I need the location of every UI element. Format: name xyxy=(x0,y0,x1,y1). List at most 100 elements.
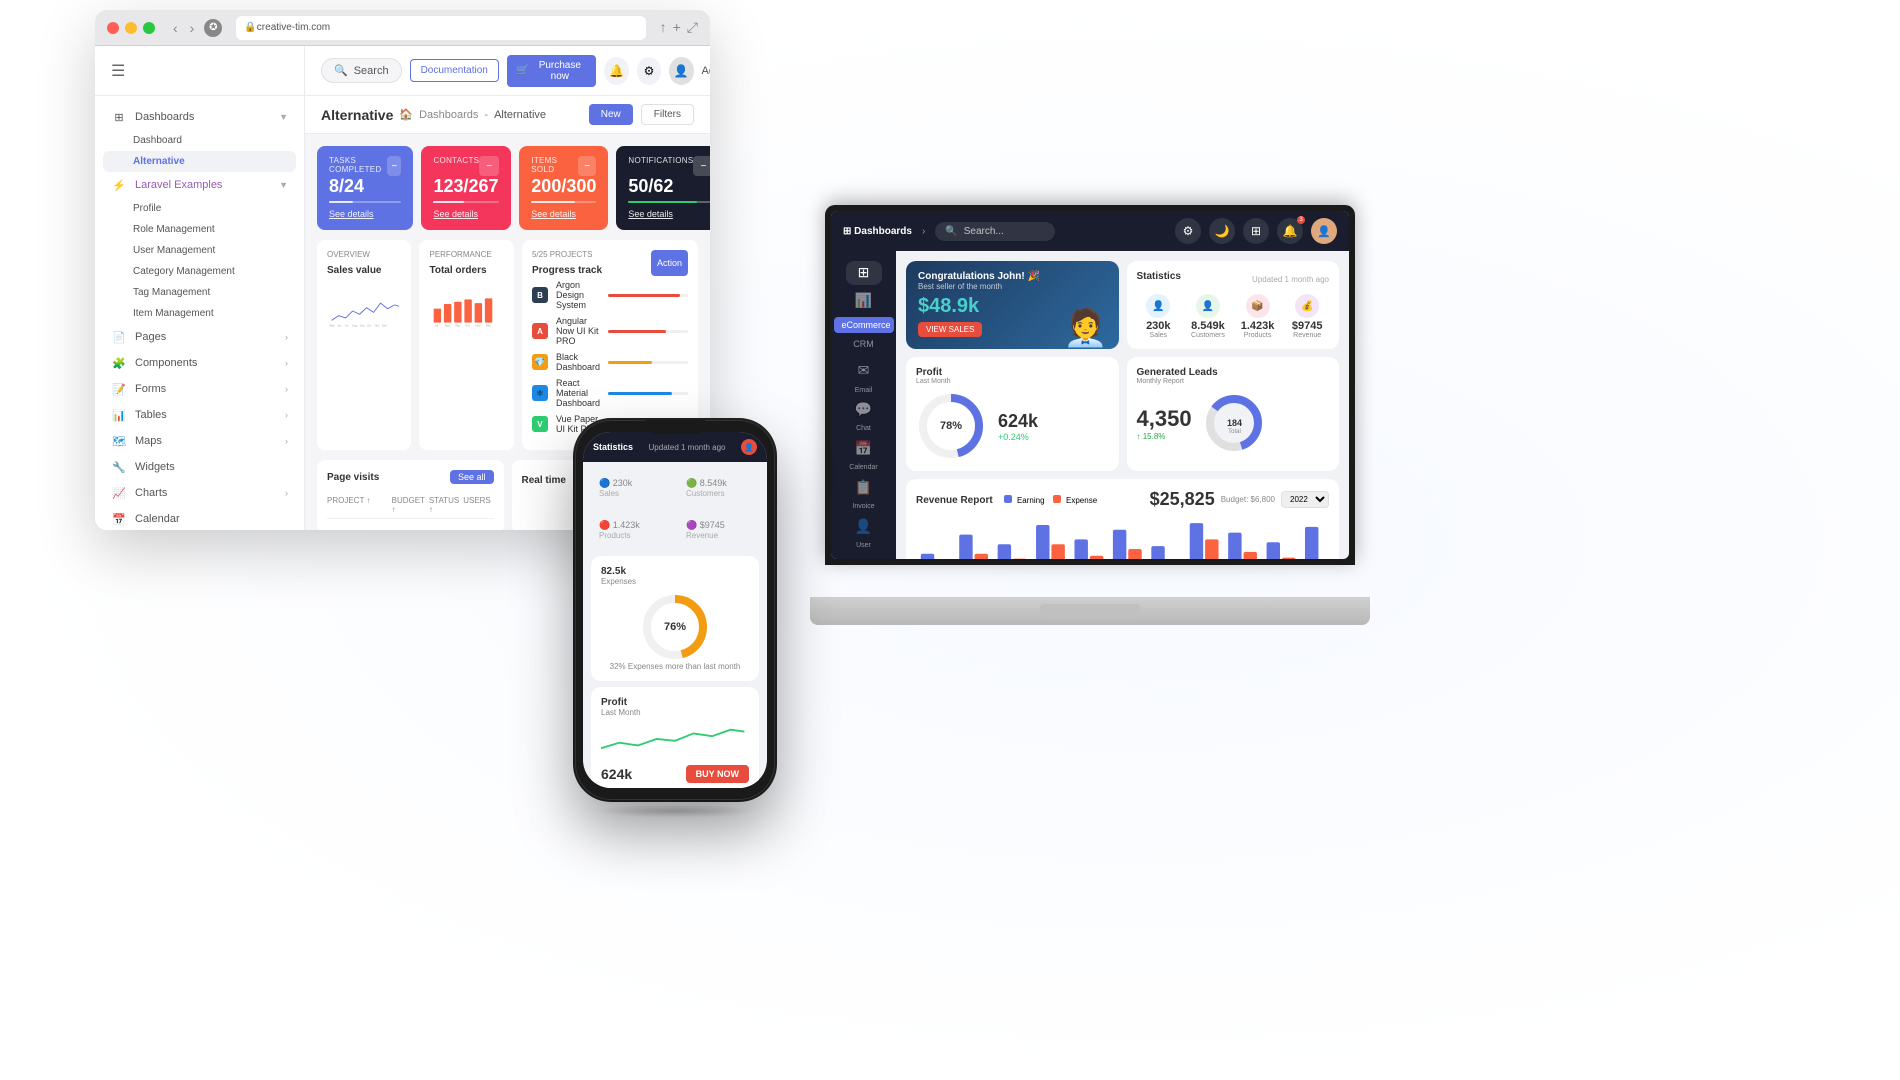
metric-card-tasks: TASKS COMPLETED − 8/24 See details xyxy=(317,146,413,230)
tasks-see-details[interactable]: See details xyxy=(329,209,374,219)
laptop-sidebar-user[interactable]: 👤 xyxy=(846,514,882,538)
notifications-button[interactable]: 🔔 xyxy=(604,57,628,85)
react-progress-track xyxy=(608,392,688,395)
phone-expense-note: 32% Expenses more than last month xyxy=(601,662,749,671)
sidebar-item-category[interactable]: Category Management xyxy=(103,261,296,282)
traffic-light-yellow[interactable] xyxy=(125,22,137,34)
laptop-sidebar-calendar[interactable]: 📅 xyxy=(846,436,882,460)
laptop-sidebar-apps[interactable]: ✉ xyxy=(846,359,882,383)
laravel-icon: ⚡ xyxy=(111,177,127,193)
svg-text:Nov: Nov xyxy=(476,323,482,327)
traffic-light-green[interactable] xyxy=(143,22,155,34)
notification-badge: 3 xyxy=(1297,216,1305,224)
laptop-nav-grid[interactable]: ⊞ xyxy=(1243,218,1269,244)
laptop-sidebar-dashboards[interactable]: ⊞ xyxy=(846,261,882,285)
svg-text:Total: Total xyxy=(1228,429,1241,435)
action-button[interactable]: Action xyxy=(651,250,688,276)
laptop-nav-bell[interactable]: 🔔 3 xyxy=(1277,218,1303,244)
tasks-icon-btn[interactable]: − xyxy=(387,156,401,176)
sidebar-item-profile[interactable]: Profile xyxy=(103,198,296,219)
sidebar-item-role[interactable]: Role Management xyxy=(103,219,296,240)
filters-button[interactable]: Filters xyxy=(641,104,694,125)
sidebar-item-dashboards[interactable]: ⊞ Dashboards ▼ xyxy=(103,104,296,130)
notifications-icon-btn[interactable]: − xyxy=(693,156,710,176)
black-icon: 💎 xyxy=(532,354,548,370)
laptop-avatar[interactable]: 👤 xyxy=(1311,218,1337,244)
sidebar-item-user[interactable]: User Management xyxy=(103,240,296,261)
laptop-sidebar-analytics[interactable]: 📊 xyxy=(846,289,882,313)
view-sales-button[interactable]: VIEW SALES xyxy=(918,322,982,337)
sidebar-item-calendar[interactable]: 📅 Calendar xyxy=(103,506,296,530)
see-all-button[interactable]: See all xyxy=(450,470,494,484)
sidebar-item-widgets[interactable]: 🔧 Widgets xyxy=(103,454,296,480)
argon-name: Argon Design System xyxy=(556,280,600,310)
items-icon-btn[interactable]: − xyxy=(578,156,596,176)
year-selector[interactable]: 2022 xyxy=(1281,491,1329,508)
sidebar-item-tables[interactable]: 📊 Tables › xyxy=(103,402,296,428)
documentation-button[interactable]: Documentation xyxy=(410,59,499,82)
laptop-dashboards-label: ⊞ Dashboards xyxy=(843,226,912,237)
sidebar-item-laravel[interactable]: ⚡ Laravel Examples ▼ xyxy=(103,172,296,198)
sidebar-item-pages[interactable]: 📄 Pages › xyxy=(103,324,296,350)
laptop-container: ⊞ Dashboards › 🔍 Search... ⚙ 🌙 ⊞ 🔔 3 xyxy=(810,205,1370,625)
new-button[interactable]: New xyxy=(589,104,633,125)
notifications-progress-fill xyxy=(628,201,697,203)
phone-avatar: 👤 xyxy=(741,439,757,455)
metric-card-contacts: CONTACTS − 123/267 See details xyxy=(421,146,511,230)
expense-legend: Expense xyxy=(1053,496,1097,505)
notifications-see-details[interactable]: See details xyxy=(628,209,673,219)
phone-expense-card: 82.5k Expenses 76% 32% Expenses more tha… xyxy=(591,556,759,681)
phone-profit-subtitle: Last Month xyxy=(601,708,749,717)
phone-screen: Statistics Updated 1 month ago 👤 🔵 230k … xyxy=(583,432,767,788)
breadcrumb-separator: 🏠 xyxy=(399,108,413,121)
sidebar-item-forms[interactable]: 📝 Forms › xyxy=(103,376,296,402)
pages-icon: 📄 xyxy=(111,329,127,345)
user-settings-button[interactable]: ⚙ xyxy=(637,57,661,85)
contacts-icon-btn[interactable]: − xyxy=(479,156,499,176)
admin-avatar[interactable]: 👤 xyxy=(669,57,693,85)
sales-overview-label: OVERVIEW xyxy=(327,250,401,259)
sidebar-item-dashboard[interactable]: Dashboard xyxy=(103,130,296,151)
share-icon[interactable]: ↑ xyxy=(660,19,667,36)
traffic-light-red[interactable] xyxy=(107,22,119,34)
nav-forward-button[interactable]: › xyxy=(186,20,199,36)
phone-customers-sublabel: Customers xyxy=(686,489,751,498)
phone-profit-card: Profit Last Month 624k BUY NOW xyxy=(591,687,759,788)
widgets-label: Widgets xyxy=(135,461,175,473)
nav-back-button[interactable]: ‹ xyxy=(169,20,182,36)
laptop-search[interactable]: 🔍 Search... xyxy=(935,222,1055,241)
sidebar-item-maps[interactable]: 🗺 Maps › xyxy=(103,428,296,454)
hamburger-menu[interactable]: ☰ xyxy=(111,61,125,81)
laptop-dashboard: ⊞ Dashboards › 🔍 Search... ⚙ 🌙 ⊞ 🔔 3 xyxy=(831,211,1349,559)
laptop-sidebar-crm[interactable]: CRM xyxy=(849,337,878,351)
add-tab-icon[interactable]: + xyxy=(673,19,681,36)
contacts-progress-fill xyxy=(433,201,463,203)
customers-label: Customers xyxy=(1186,332,1230,339)
sidebar-item-components[interactable]: 🧩 Components › xyxy=(103,350,296,376)
laptop-sidebar-chat[interactable]: 💬 xyxy=(846,398,882,422)
page-visits-table-header: PROJECT ↑ BUDGET ↑ STATUS ↑ USERS xyxy=(327,492,494,519)
laptop-nav-right: ⚙ 🌙 ⊞ 🔔 3 👤 xyxy=(1175,218,1337,244)
items-see-details[interactable]: See details xyxy=(531,209,576,219)
phone-buy-now-button[interactable]: BUY NOW xyxy=(686,765,749,783)
laptop-sidebar-invoice[interactable]: 📋 xyxy=(846,475,882,499)
contacts-see-details[interactable]: See details xyxy=(433,209,478,219)
sidebar-item-item[interactable]: Item Management xyxy=(103,303,296,324)
expand-icon[interactable]: ⤢ xyxy=(687,19,698,36)
sidebar-item-tag[interactable]: Tag Management xyxy=(103,282,296,303)
laptop-nav-moon[interactable]: 🌙 xyxy=(1209,218,1235,244)
profit-donut-chart: 78% xyxy=(916,391,986,461)
breadcrumb-dashboards: Dashboards xyxy=(419,109,478,121)
laptop-nav-settings[interactable]: ⚙ xyxy=(1175,218,1201,244)
sidebar-item-alternative[interactable]: Alternative xyxy=(103,151,296,172)
sales-value-panel: OVERVIEW Sales value May Jun Jul Aug Sep… xyxy=(317,240,411,450)
metric-cards-row: TASKS COMPLETED − 8/24 See details CONTA… xyxy=(317,146,698,230)
address-bar[interactable]: 🔒 creative-tim.com xyxy=(236,16,645,40)
profit-subtitle: Last Month xyxy=(916,378,1109,385)
laptop-sidebar-ecommerce[interactable]: eCommerce xyxy=(834,317,894,333)
sidebar-item-charts[interactable]: 📈 Charts › xyxy=(103,480,296,506)
metric-card-items: ITEMS SOLD − 200/300 See details xyxy=(519,146,608,230)
svg-text:Sep: Sep xyxy=(360,323,365,327)
search-box[interactable]: 🔍 Search xyxy=(321,58,402,83)
purchase-button[interactable]: 🛒 Purchase now xyxy=(507,55,597,87)
